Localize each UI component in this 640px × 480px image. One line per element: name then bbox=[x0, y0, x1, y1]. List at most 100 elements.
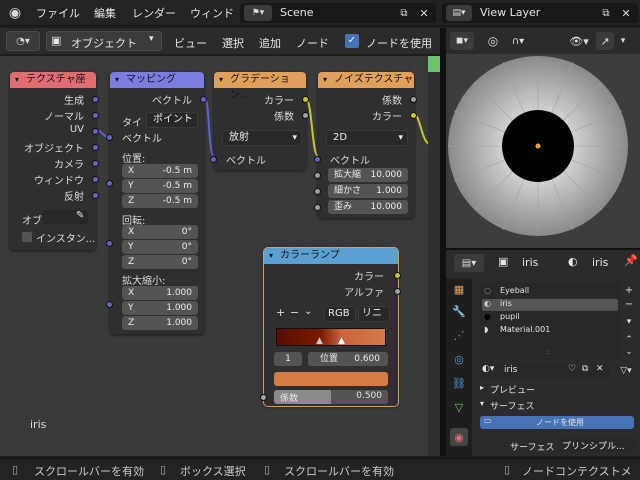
noise-dimensions-dropdown[interactable]: 2D ▾ bbox=[326, 130, 408, 146]
socket-uv[interactable] bbox=[92, 128, 99, 135]
instancer-checkbox[interactable] bbox=[22, 232, 32, 242]
socket-window[interactable] bbox=[92, 176, 99, 183]
use-nodes-checkbox[interactable]: ✓ bbox=[345, 34, 359, 48]
close-scene-icon[interactable]: ✕ bbox=[416, 5, 432, 21]
unlink-material-icon[interactable]: ✕ bbox=[596, 364, 604, 374]
gradient-type-dropdown[interactable]: 放射 ▾ bbox=[222, 130, 302, 146]
socket-noise-scale[interactable] bbox=[314, 172, 321, 179]
visibility-icon[interactable]: 👁▾ bbox=[566, 32, 592, 50]
shader-type-dropdown[interactable]: ▣ オブジェクト ▾ bbox=[46, 31, 162, 51]
menu-edit[interactable]: 編集 bbox=[94, 5, 116, 21]
duplicate-scene-icon[interactable]: ⧉ bbox=[396, 5, 412, 21]
3d-viewport[interactable]: ◼▾ ◎ ∩▾ 👁▾ ↗ ▾ bbox=[446, 28, 640, 248]
mapping-type-dropdown[interactable]: ポイント bbox=[146, 112, 198, 128]
preview-panel-header[interactable]: ▸ プレビュー bbox=[480, 382, 636, 396]
scene-name[interactable]: Scene bbox=[280, 6, 314, 19]
mapping-node[interactable]: ▾ マッピング ベクトル タイ ポイント ベクトル 位置: X -0.5 m Y -… bbox=[106, 72, 207, 334]
socket-gradient-vector[interactable] bbox=[210, 156, 217, 163]
collapse-arrow-icon[interactable]: ▾ bbox=[115, 72, 119, 88]
socket-rotation[interactable] bbox=[106, 240, 113, 247]
scl-z-field[interactable]: Z 1.000 bbox=[122, 316, 198, 330]
ramp-factor-field[interactable]: 係数 0.500 bbox=[274, 390, 388, 404]
eyedropper-icon[interactable]: ✎ bbox=[76, 210, 84, 221]
area-separator[interactable] bbox=[446, 248, 640, 250]
ramp-color-mode-dropdown[interactable]: RGB bbox=[324, 306, 356, 322]
ramp-menu-icon[interactable]: ⌄ bbox=[304, 306, 312, 317]
chevron-down-icon[interactable]: ▾ bbox=[616, 32, 630, 50]
material-slot[interactable]: ○ Eyeball bbox=[482, 286, 618, 298]
socket-noise-vector[interactable] bbox=[314, 156, 321, 163]
socket-camera[interactable] bbox=[92, 160, 99, 167]
view-layer-browse-icon[interactable]: ▤▾ bbox=[446, 5, 472, 21]
resize-handle-icon[interactable]: :: bbox=[546, 348, 551, 356]
loc-y-field[interactable]: Y -0.5 m bbox=[122, 179, 198, 193]
socket-ramp-color[interactable] bbox=[394, 272, 401, 279]
loc-x-field[interactable]: X -0.5 m bbox=[122, 164, 198, 178]
area-separator[interactable] bbox=[440, 28, 446, 456]
particles-tab-icon[interactable]: ⋰ bbox=[450, 326, 468, 344]
mapping-node-header[interactable]: ▾ マッピング bbox=[110, 72, 204, 88]
texcoord-node-header[interactable]: ▾ テクスチャ座 bbox=[10, 72, 96, 88]
move-up-icon[interactable]: ⌃ bbox=[622, 334, 636, 346]
menu-window[interactable]: ウィンド bbox=[190, 5, 234, 21]
menu-view[interactable]: ビュー bbox=[174, 35, 207, 51]
socket-scale[interactable] bbox=[106, 301, 113, 308]
material-browse-icon[interactable]: ◐▾ bbox=[482, 364, 494, 374]
socket-ramp-alpha[interactable] bbox=[394, 288, 401, 295]
properties-editor-icon[interactable]: ▤▾ bbox=[454, 254, 484, 272]
rot-y-field[interactable]: Y 0° bbox=[122, 240, 198, 254]
socket-mapping-in[interactable] bbox=[106, 134, 113, 141]
view-layer-name[interactable]: View Layer bbox=[480, 6, 540, 19]
material-slot-list[interactable]: ○ Eyeball ◐ iris ● pupil ◗ Material.001 :: bbox=[480, 282, 620, 360]
socket-noise-detail[interactable] bbox=[314, 188, 321, 195]
material-slot-selected[interactable]: ◐ iris bbox=[482, 299, 618, 311]
material-data-field[interactable]: ◐▾ iris ♡ ⧉ ✕ bbox=[480, 364, 610, 378]
collapse-arrow-icon[interactable]: ▾ bbox=[269, 248, 273, 264]
node-editor-canvas[interactable]: ▾ テクスチャ座 生成 ノーマル UV オブジェクト カメラ ウィンドウ 反射 … bbox=[0, 56, 440, 456]
gradient-texture-node[interactable]: ▾ グラデーション... カラー 係数 放射 ▾ ベクトル bbox=[210, 72, 309, 170]
constraints-tab-icon[interactable]: ⛓ bbox=[450, 374, 468, 392]
material-tab-icon[interactable]: ◉ bbox=[450, 428, 468, 446]
socket-noise-color[interactable] bbox=[410, 112, 417, 119]
ramp-stop-1-icon[interactable]: ▲ bbox=[338, 336, 345, 346]
socket-gradient-color[interactable] bbox=[302, 96, 309, 103]
socket-ramp-factor[interactable] bbox=[260, 394, 267, 401]
fake-user-icon[interactable]: ♡ bbox=[568, 364, 576, 374]
blender-logo-icon[interactable]: ◉ bbox=[6, 4, 24, 22]
material-slot[interactable]: ◗ Material.001 bbox=[482, 325, 618, 337]
add-slot-icon[interactable]: + bbox=[622, 284, 636, 296]
loc-z-field[interactable]: Z -0.5 m bbox=[122, 194, 198, 208]
use-nodes-button[interactable]: ▭ ノードを使用 bbox=[480, 416, 634, 429]
ramp-stop-index-field[interactable]: 1 bbox=[274, 352, 302, 366]
noise-node-header[interactable]: ▾ ノイズテクスチャ bbox=[318, 72, 414, 88]
socket-object[interactable] bbox=[92, 144, 99, 151]
socket-gradient-factor[interactable] bbox=[302, 112, 309, 119]
rot-z-field[interactable]: Z 0° bbox=[122, 255, 198, 269]
duplicate-material-icon[interactable]: ⧉ bbox=[582, 364, 588, 374]
pivot-icon[interactable]: ◎ bbox=[484, 32, 502, 50]
socket-generated[interactable] bbox=[92, 96, 99, 103]
filter-icon[interactable]: ▽▾ bbox=[616, 364, 636, 378]
viewport-editor-type-icon[interactable]: ◼▾ bbox=[450, 32, 474, 50]
collapse-arrow-icon[interactable]: ▾ bbox=[219, 72, 223, 88]
modifier-tab-icon[interactable]: 🔧 bbox=[450, 302, 468, 320]
render-tab-icon[interactable]: ▦ bbox=[450, 280, 468, 298]
editor-type-icon[interactable]: ◔▾ bbox=[6, 31, 40, 51]
socket-noise-distortion[interactable] bbox=[314, 204, 321, 211]
menu-add[interactable]: 追加 bbox=[259, 35, 281, 51]
noise-scale-field[interactable]: 拡大縮 10.000 bbox=[328, 168, 408, 182]
ramp-position-field[interactable]: 位置 0.600 bbox=[308, 352, 388, 366]
menu-select[interactable]: 選択 bbox=[222, 35, 244, 51]
noise-detail-field[interactable]: 細かさ 1.000 bbox=[328, 184, 408, 198]
ramp-stop-color-swatch[interactable] bbox=[274, 372, 388, 386]
scene-browse-icon[interactable]: ⚑▾ bbox=[244, 5, 272, 21]
gizmo-icon[interactable]: ↗ bbox=[596, 32, 614, 50]
socket-mapping-out[interactable] bbox=[200, 96, 207, 103]
add-stop-icon[interactable]: + bbox=[276, 306, 285, 319]
collapse-arrow-icon[interactable]: ▾ bbox=[15, 72, 19, 88]
socket-noise-factor[interactable] bbox=[410, 96, 417, 103]
rot-x-field[interactable]: X 0° bbox=[122, 225, 198, 239]
surface-shader-field[interactable]: プリンシプル... bbox=[558, 438, 636, 452]
collapse-arrow-icon[interactable]: ▾ bbox=[323, 72, 327, 88]
pin-icon[interactable]: 📌 bbox=[624, 254, 638, 267]
